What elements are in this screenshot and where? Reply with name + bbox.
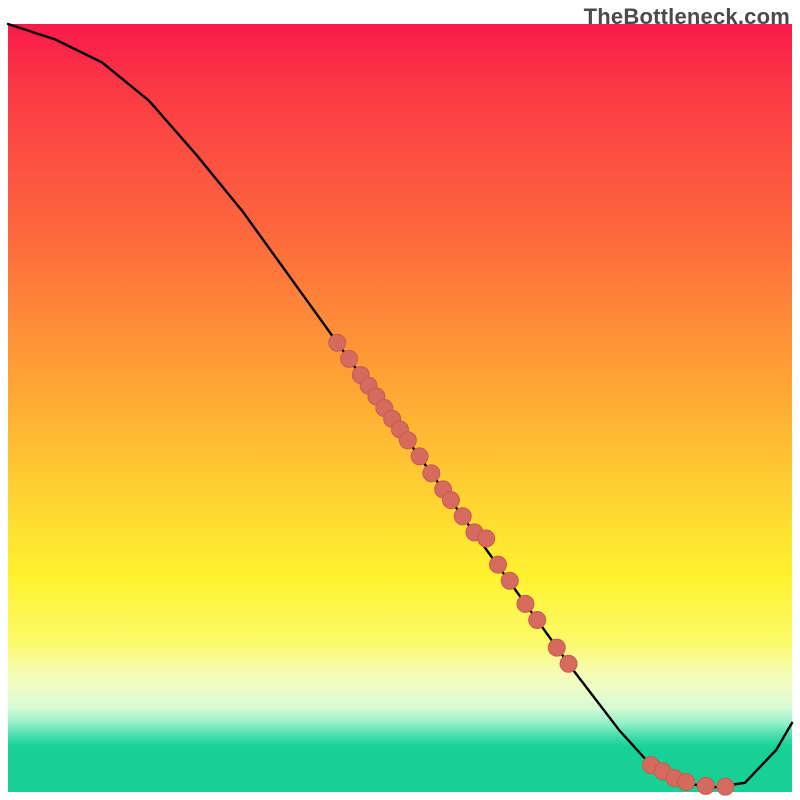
watermark-text: TheBottleneck.com — [584, 4, 790, 30]
chart-points-group — [329, 334, 734, 795]
chart-point — [529, 611, 546, 628]
chart-line — [8, 24, 792, 787]
chart-point — [411, 448, 428, 465]
chart-point — [490, 556, 507, 573]
chart-point — [548, 639, 565, 656]
chart-point — [501, 572, 518, 589]
chart-point — [329, 334, 346, 351]
chart-point — [717, 778, 734, 795]
chart-point — [678, 774, 695, 791]
chart-point — [697, 777, 714, 794]
chart-point — [399, 432, 416, 449]
chart-point — [341, 350, 358, 367]
chart-overlay-svg — [8, 24, 792, 792]
chart-point — [517, 595, 534, 612]
chart-point — [454, 508, 471, 525]
chart-point — [442, 492, 459, 509]
chart-point — [560, 655, 577, 672]
chart-container: TheBottleneck.com — [0, 0, 800, 800]
chart-point — [423, 465, 440, 482]
chart-point — [478, 530, 495, 547]
